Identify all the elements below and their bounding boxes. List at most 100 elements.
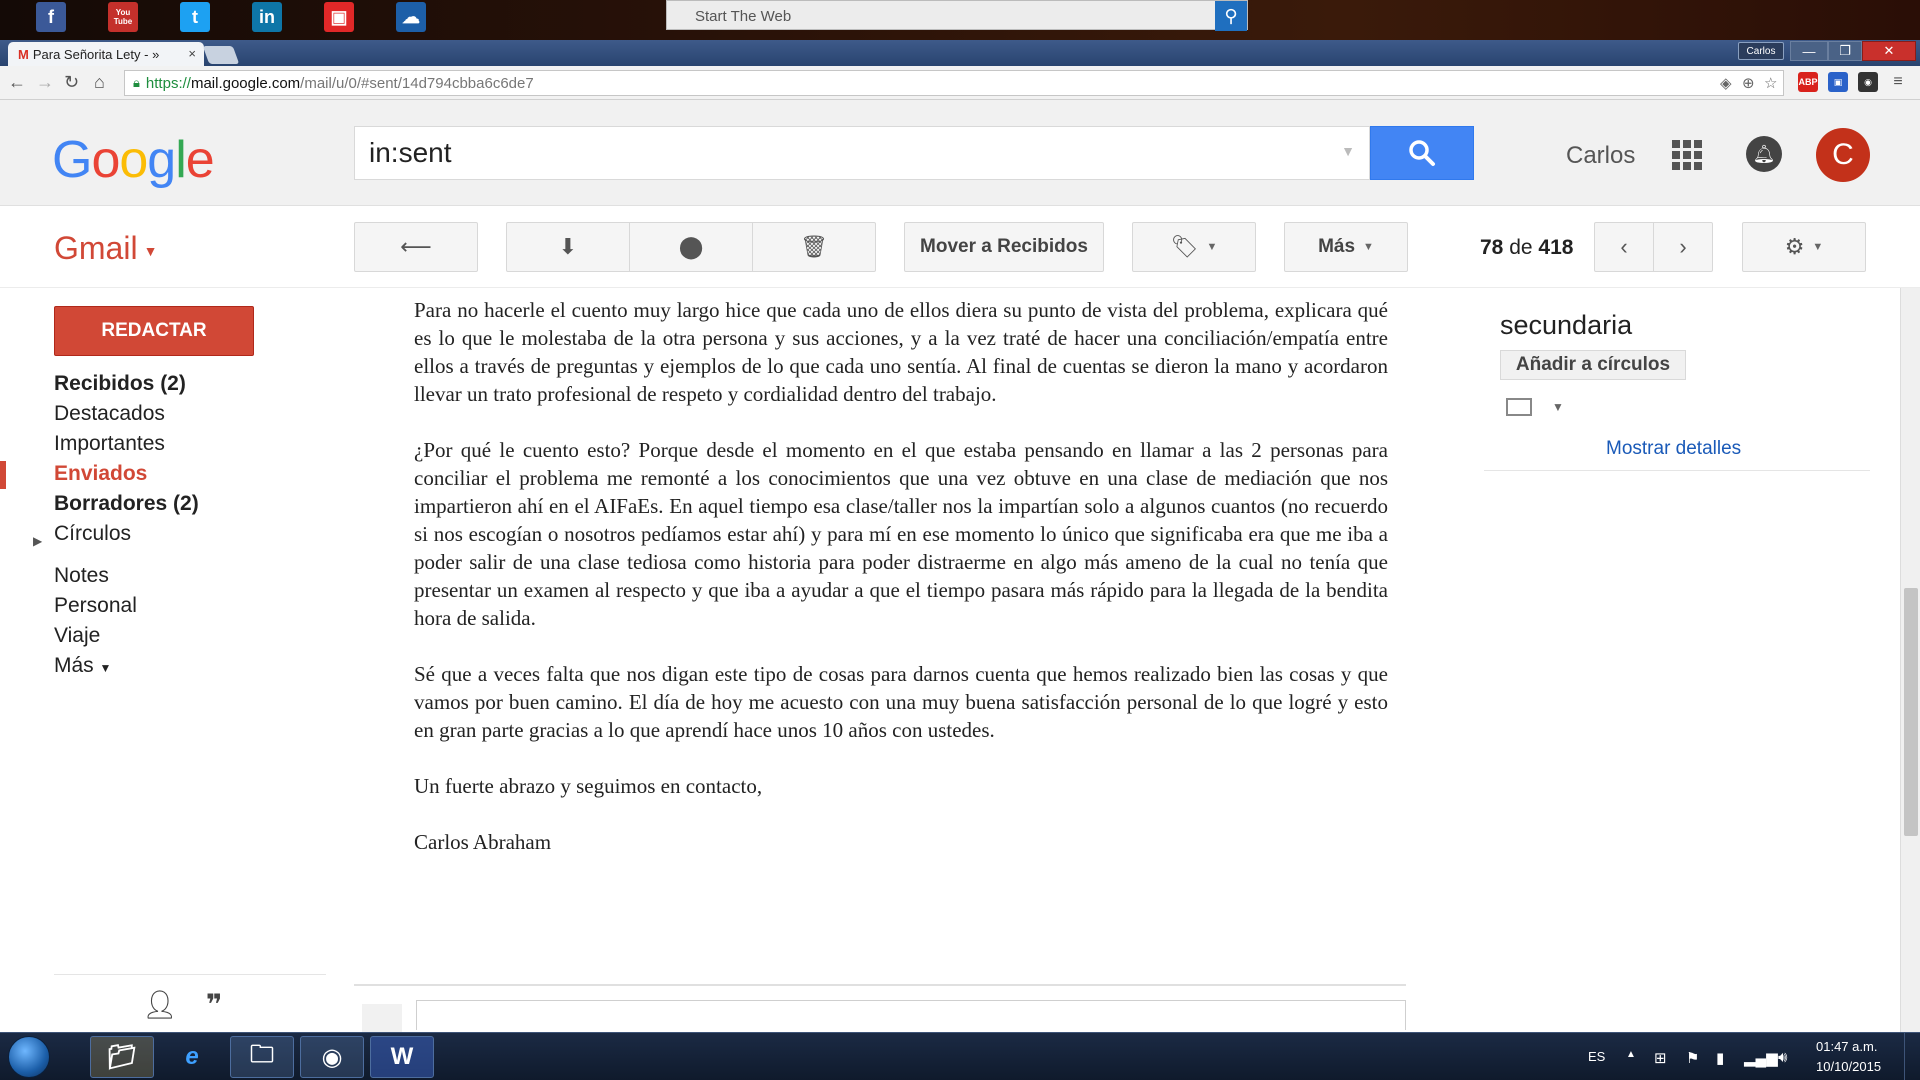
account-name[interactable]: Carlos <box>1566 142 1635 170</box>
search-options-dropdown-icon[interactable]: ▼ <box>1341 143 1355 159</box>
taskbar-file-explorer-icon[interactable]: 🗀︎ <box>230 1036 294 1078</box>
sidebar-item-notes[interactable]: Notes <box>54 564 109 588</box>
sidebar-divider <box>54 974 326 975</box>
taskbar-chrome-icon[interactable]: ◉ <box>300 1036 364 1078</box>
browser-tab-strip: M Para Señorita Lety - » × Carlos — ❐ ✕ <box>0 40 1920 66</box>
twitter-icon[interactable]: t <box>180 2 210 32</box>
url-input[interactable]: 🔒︎ https://mail.google.com/mail/u/0/#sen… <box>124 70 1784 96</box>
mail-envelope-icon[interactable] <box>1506 398 1532 416</box>
back-to-list-button[interactable]: ⟵ <box>354 222 478 272</box>
taskbar-internet-explorer-icon[interactable]: e <box>160 1036 224 1078</box>
sidebar-item-circles[interactable]: Círculos <box>54 522 131 546</box>
forward-icon[interactable]: → <box>36 72 54 93</box>
sidebar-item-personal[interactable]: Personal <box>54 594 137 618</box>
facebook-icon[interactable]: f <box>36 2 66 32</box>
action-center-flag-icon[interactable]: ⚑ <box>1686 1049 1699 1067</box>
minimize-icon[interactable]: — <box>1790 41 1828 61</box>
sidebar-item-drafts[interactable]: Borradores (2) <box>54 492 199 516</box>
browser-tab[interactable]: M Para Señorita Lety - » × <box>8 42 204 66</box>
taskbar-explorer-libraries-icon[interactable]: 📁︎ <box>90 1036 154 1078</box>
adblock-plus-icon[interactable]: ABP <box>1798 72 1818 92</box>
search-input[interactable] <box>369 135 1309 171</box>
archive-button[interactable]: ⬇ <box>506 222 630 272</box>
windows-flag-icon[interactable]: ⊞ <box>1654 1049 1667 1067</box>
chrome-menu-icon[interactable]: ≡ <box>1888 72 1908 92</box>
home-icon[interactable]: ⌂ <box>94 72 105 93</box>
caret-down-icon[interactable]: ▼ <box>1552 400 1564 414</box>
desktop-toolbar: f You Tube t in ▣ ☁ Start The Web ⚲ <box>0 0 1920 40</box>
add-to-circles-button[interactable]: Añadir a círculos <box>1500 350 1686 380</box>
profile-chip[interactable]: Carlos <box>1738 42 1784 60</box>
battery-icon[interactable]: ▮ <box>1716 1049 1724 1067</box>
linkedin-icon[interactable]: in <box>252 2 282 32</box>
sidebar-item-travel[interactable]: Viaje <box>54 624 100 648</box>
zoom-icon[interactable]: ⊕ <box>1742 74 1755 92</box>
move-to-inbox-button[interactable]: Mover a Recibidos <box>904 222 1104 272</box>
scrollbar-thumb[interactable] <box>1904 588 1918 836</box>
message-divider <box>354 984 1406 986</box>
language-indicator[interactable]: ES <box>1588 1049 1605 1064</box>
newer-button[interactable]: ‹ <box>1594 222 1654 272</box>
weather-icon[interactable]: ☁ <box>396 2 426 32</box>
sidebar-item-more[interactable]: Más ▼ <box>54 654 111 678</box>
show-hidden-icons-icon[interactable]: ▲ <box>1626 1049 1636 1060</box>
sidebar-item-sent[interactable]: Enviados <box>54 462 147 486</box>
hangouts-quote-icon[interactable]: ❞ <box>206 988 222 1021</box>
close-window-icon[interactable]: ✕ <box>1862 41 1916 61</box>
mail-search-box[interactable]: ▼ <box>354 126 1370 180</box>
show-details-link[interactable]: Mostrar detalles <box>1606 438 1741 460</box>
older-button[interactable]: › <box>1653 222 1713 272</box>
contact-name: secundaria <box>1500 310 1633 340</box>
gear-icon: ⚙ <box>1784 234 1805 259</box>
show-desktop-button[interactable] <box>1904 1033 1920 1080</box>
youtube-icon[interactable]: You Tube <box>108 2 138 32</box>
expand-triangle-icon[interactable]: ▶ <box>33 534 42 548</box>
translate-icon[interactable]: ◈ <box>1720 74 1732 92</box>
pager-total: 418 <box>1538 236 1574 259</box>
network-signal-icon[interactable]: ▂▄▆ <box>1744 1049 1778 1067</box>
sidebar-item-important[interactable]: Importantes <box>54 432 165 456</box>
taskbar-word-icon[interactable]: W <box>370 1036 434 1078</box>
pager-separator: de <box>1509 236 1533 259</box>
avatar[interactable]: C <box>1816 128 1870 182</box>
sidebar-item-inbox[interactable]: Recibidos (2) <box>54 372 186 396</box>
caret-down-icon: ▼ <box>1363 241 1374 253</box>
back-icon[interactable]: ← <box>8 72 26 93</box>
tab-close-icon[interactable]: × <box>188 46 196 61</box>
gmail-menu[interactable]: Gmail ▼ <box>54 230 157 267</box>
restore-icon[interactable]: ❐ <box>1828 41 1862 61</box>
page-scrollbar[interactable] <box>1900 288 1920 1032</box>
address-bar-row: ← → ↻ ⌂ 🔒︎ https://mail.google.com/mail/… <box>0 66 1920 100</box>
url-path: /mail/u/0/#sent/14d794cbba6c6de7 <box>300 74 534 92</box>
compose-button[interactable]: REDACTAR <box>54 306 254 356</box>
extension-ghost-icon[interactable]: ◉ <box>1858 72 1878 92</box>
extension-icon[interactable]: ▣ <box>1828 72 1848 92</box>
search-icon[interactable]: ⚲ <box>1215 1 1247 31</box>
contacts-person-icon[interactable]: 👤︎ <box>142 988 178 1021</box>
caret-down-icon: ▼ <box>1206 241 1218 253</box>
flipboard-icon[interactable]: ▣ <box>324 2 354 32</box>
reload-icon[interactable]: ↻ <box>64 72 79 93</box>
email-paragraph: Para no hacerle el cuento muy largo hice… <box>414 298 1388 406</box>
notifications-bell-icon[interactable]: 🔔︎ <box>1746 136 1782 172</box>
bookmark-star-icon[interactable]: ☆ <box>1764 74 1777 92</box>
labels-button[interactable]: 🏷︎ ▼ <box>1132 222 1256 272</box>
contact-panel: secundaria Añadir a círculos ▼ Mostrar d… <box>1480 288 1880 588</box>
delete-button[interactable]: 🗑︎ <box>752 222 876 272</box>
start-orb-icon[interactable] <box>8 1036 50 1078</box>
reply-avatar <box>362 1004 402 1032</box>
apps-grid-icon[interactable] <box>1672 140 1702 170</box>
sidebar-item-starred[interactable]: Destacados <box>54 402 165 426</box>
more-button[interactable]: Más ▼ <box>1284 222 1408 272</box>
google-logo[interactable]: Google <box>52 130 215 190</box>
reply-box[interactable] <box>416 1000 1406 1030</box>
search-button[interactable] <box>1370 126 1474 180</box>
email-paragraph: Sé que a veces falta que nos digan este … <box>414 662 1388 742</box>
volume-icon[interactable]: 🔊︎ <box>1778 1049 1787 1066</box>
report-spam-button[interactable]: ⬤ <box>629 222 753 272</box>
clock-date[interactable]: 10/10/2015 <box>1816 1059 1881 1074</box>
clock-time[interactable]: 01:47 a.m. <box>1816 1039 1877 1054</box>
new-tab-button[interactable] <box>202 46 240 64</box>
start-the-web-search[interactable]: Start The Web ⚲ <box>666 0 1248 31</box>
settings-button[interactable]: ⚙ ▼ <box>1742 222 1866 272</box>
